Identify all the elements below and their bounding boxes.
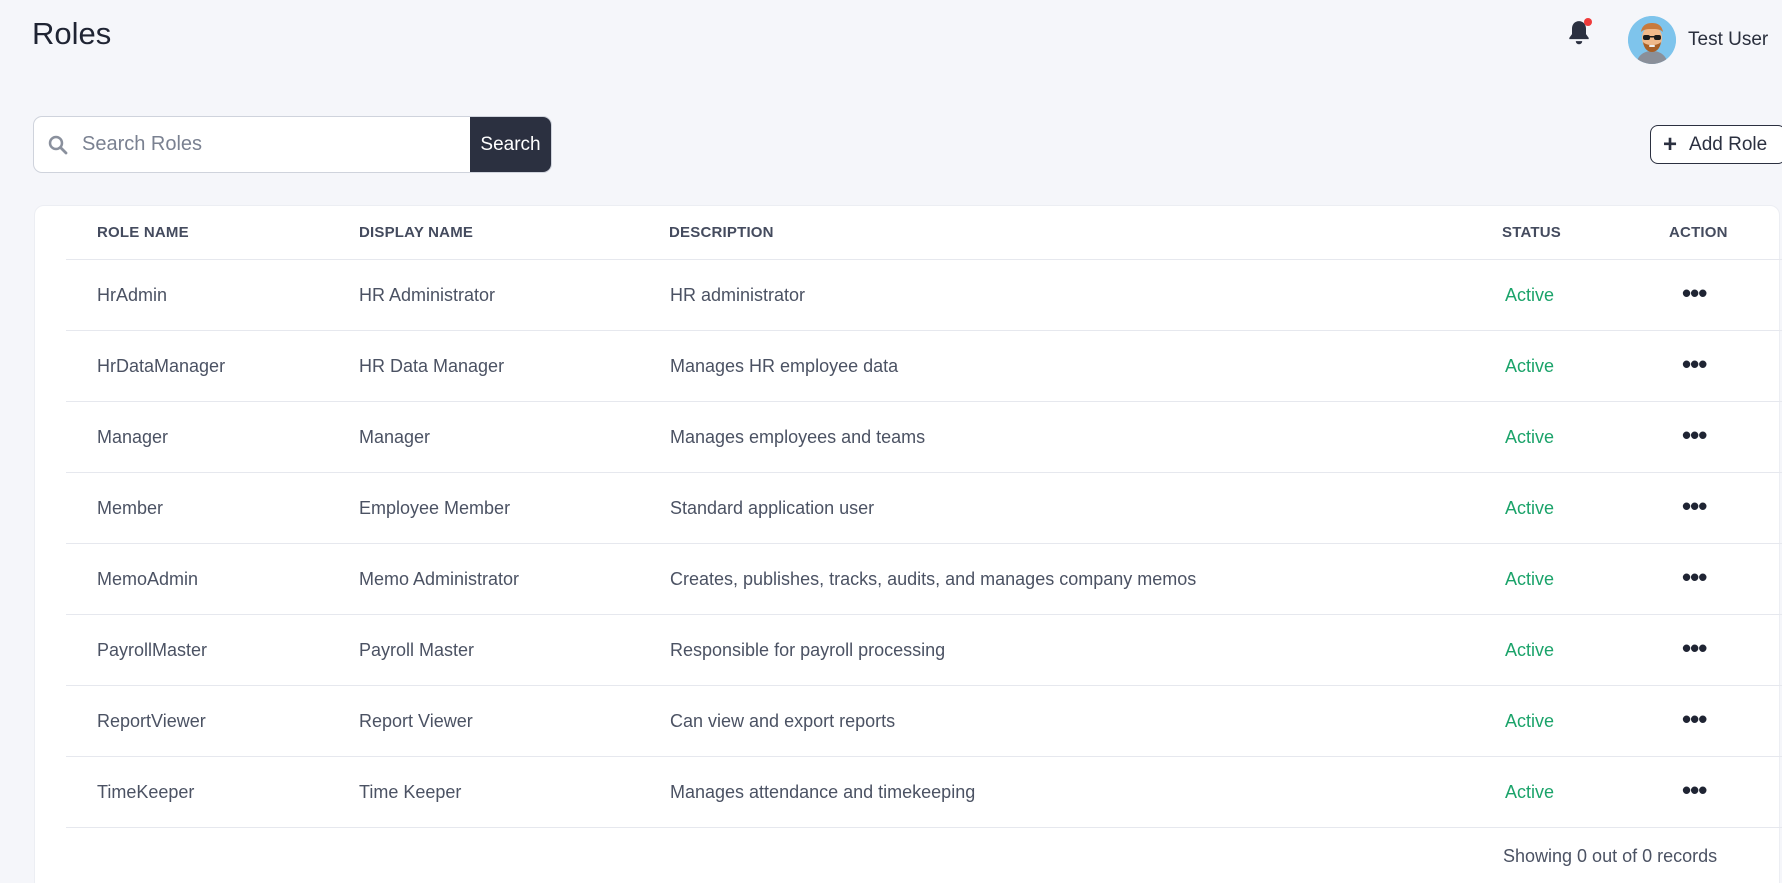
column-header-status: STATUS (1502, 224, 1561, 241)
table-row: TimeKeeper Time Keeper Manages attendanc… (66, 757, 1782, 828)
more-horizontal-icon[interactable]: ••• (1682, 564, 1707, 590)
add-role-label: Add Role (1689, 133, 1768, 155)
table-row: HrDataManager HR Data Manager Manages HR… (66, 331, 1782, 402)
display-name: Manager (359, 426, 431, 447)
status-badge: Active (1505, 284, 1555, 305)
more-horizontal-icon[interactable]: ••• (1682, 422, 1707, 448)
description: Standard application user (670, 497, 875, 518)
more-horizontal-icon[interactable]: ••• (1682, 777, 1707, 803)
roles-table: ROLE NAME DISPLAY NAME DESCRIPTION STATU… (66, 206, 1782, 828)
page-title: Roles (32, 16, 112, 51)
records-count: Showing 0 out of 0 records (1503, 846, 1718, 866)
table-row: Member Employee Member Standard applicat… (66, 473, 1782, 544)
description: Manages HR employee data (670, 355, 899, 376)
role-name: TimeKeeper (97, 781, 195, 802)
status-badge: Active (1505, 710, 1555, 731)
table-header: ROLE NAME DISPLAY NAME DESCRIPTION STATU… (66, 206, 1782, 260)
search-button[interactable]: Search (470, 117, 551, 172)
column-header-description: DESCRIPTION (669, 224, 774, 241)
status-badge: Active (1505, 497, 1555, 518)
column-header-role-name: ROLE NAME (97, 224, 189, 241)
status-badge: Active (1505, 781, 1555, 802)
more-horizontal-icon[interactable]: ••• (1682, 706, 1707, 732)
status-badge: Active (1505, 355, 1555, 376)
more-horizontal-icon[interactable]: ••• (1682, 493, 1707, 519)
roles-table-card: ROLE NAME DISPLAY NAME DESCRIPTION STATU… (34, 205, 1782, 883)
description: Manages employees and teams (670, 426, 926, 447)
role-name: HrDataManager (97, 355, 226, 376)
display-name: Employee Member (359, 497, 511, 518)
display-name: Report Viewer (359, 710, 473, 731)
description: HR administrator (670, 284, 806, 305)
display-name: HR Administrator (359, 284, 496, 305)
avatar (1628, 16, 1676, 64)
table-row: PayrollMaster Payroll Master Responsible… (66, 615, 1782, 686)
role-name: Manager (97, 426, 169, 447)
more-horizontal-icon[interactable]: ••• (1682, 280, 1707, 306)
notifications-button[interactable] (1564, 18, 1594, 50)
column-header-display-name: DISPLAY NAME (359, 224, 474, 241)
plus-icon: + (1663, 130, 1678, 158)
display-name: Memo Administrator (359, 568, 520, 589)
description: Creates, publishes, tracks, audits, and … (670, 568, 1197, 589)
role-name: MemoAdmin (97, 568, 199, 589)
display-name: HR Data Manager (359, 355, 505, 376)
roles-page: Roles Test User Search Roles Search + Ad… (0, 0, 1782, 883)
status-badge: Active (1505, 568, 1555, 589)
search-input[interactable] (82, 117, 470, 172)
column-header-action: ACTION (1669, 224, 1728, 241)
role-name: Member (97, 497, 164, 518)
display-name: Payroll Master (359, 639, 475, 660)
role-name: ReportViewer (97, 710, 206, 731)
search-icon (34, 117, 82, 172)
table-row: HrAdmin HR Administrator HR administrato… (66, 260, 1782, 331)
table-row: ReportViewer Report Viewer Can view and … (66, 686, 1782, 757)
description: Can view and export reports (670, 710, 896, 731)
user-name: Test User (1688, 29, 1769, 50)
display-name: Time Keeper (359, 781, 462, 802)
description: Responsible for payroll processing (670, 639, 946, 660)
add-role-button[interactable]: + Add Role (1650, 125, 1782, 164)
status-badge: Active (1505, 426, 1555, 447)
notification-dot (1584, 18, 1592, 26)
role-name: PayrollMaster (97, 639, 208, 660)
search-bar: Search (33, 116, 552, 173)
more-horizontal-icon[interactable]: ••• (1682, 351, 1707, 377)
role-name: HrAdmin (97, 284, 168, 305)
table-row: MemoAdmin Memo Administrator Creates, pu… (66, 544, 1782, 615)
status-badge: Active (1505, 639, 1555, 660)
table-row: Manager Manager Manages employees and te… (66, 402, 1782, 473)
description: Manages attendance and timekeeping (670, 781, 976, 802)
more-horizontal-icon[interactable]: ••• (1682, 635, 1707, 661)
user-menu[interactable]: Test User (1628, 14, 1768, 66)
